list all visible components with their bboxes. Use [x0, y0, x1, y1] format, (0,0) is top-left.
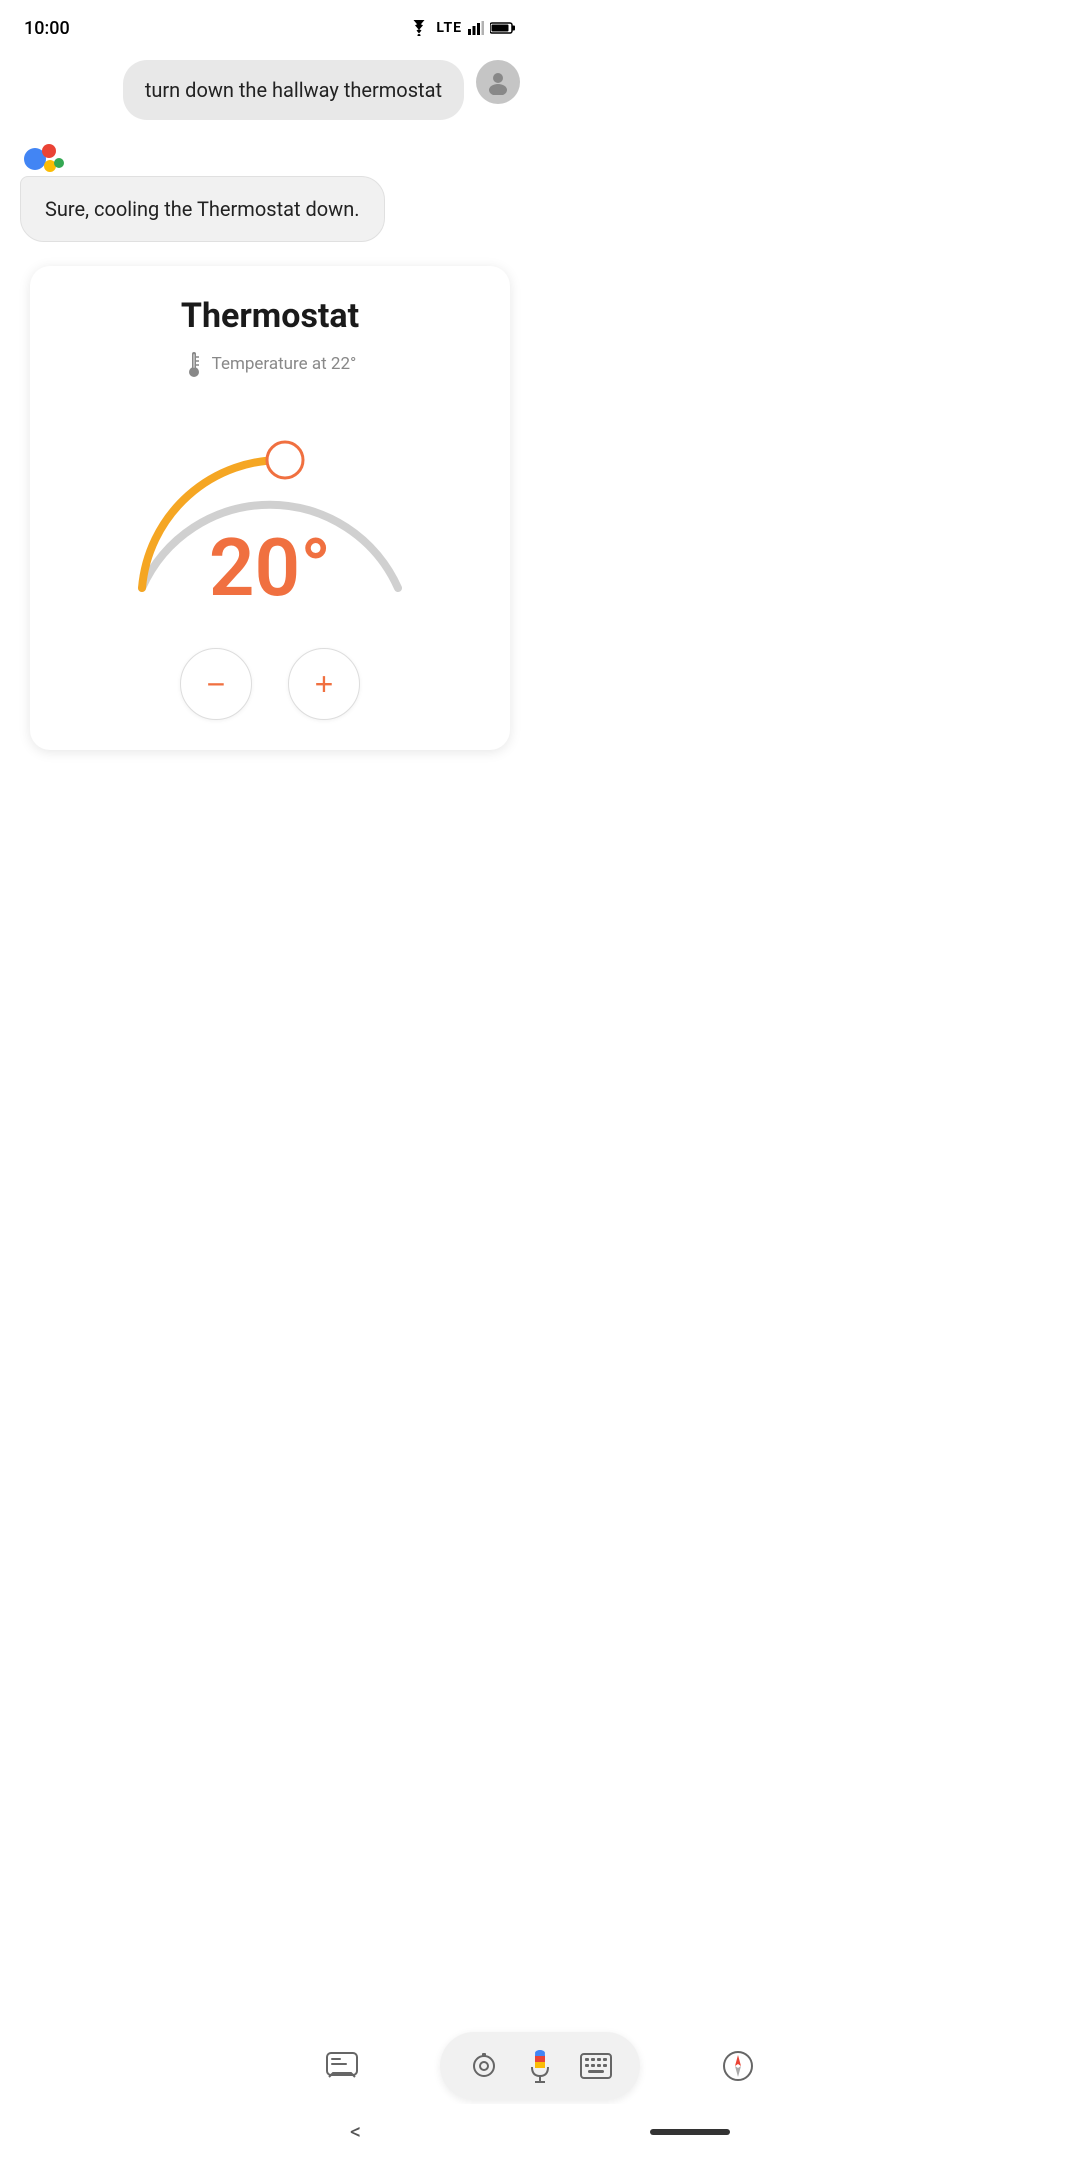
tray-icon	[325, 2051, 359, 2081]
keyboard-button[interactable]	[572, 2042, 620, 2090]
bottom-bar	[300, 2032, 780, 2100]
signal-icon	[468, 21, 484, 35]
thermostat-temp-label: Temperature at 22°	[184, 350, 357, 378]
compass-button[interactable]	[712, 2040, 764, 2092]
increment-button[interactable]: +	[288, 648, 360, 720]
thermostat-buttons: − +	[180, 648, 360, 720]
mic-button[interactable]	[516, 2042, 564, 2090]
temp-label-text: Temperature at 22°	[212, 354, 357, 374]
assistant-bubble: Sure, cooling the Thermostat down.	[20, 176, 385, 242]
wifi-icon	[408, 20, 430, 36]
thermostat-dial: 20°	[90, 398, 450, 618]
nav-home-pill[interactable]	[650, 2129, 730, 2135]
thermostat-title: Thermostat	[181, 296, 359, 336]
dot-green	[54, 158, 64, 168]
arc-handle	[267, 442, 303, 478]
dot-red	[42, 144, 56, 158]
chat-area: turn down the hallway thermostat Sure, c…	[0, 48, 540, 762]
status-time: 10:00	[24, 18, 70, 39]
assistant-tray-button[interactable]	[316, 2040, 368, 2092]
status-bar: 10:00 LTE	[0, 0, 540, 48]
user-avatar	[476, 60, 520, 104]
lte-label: LTE	[436, 20, 462, 36]
google-dots	[20, 144, 64, 170]
thermometer-icon	[184, 350, 204, 378]
decrement-button[interactable]: −	[180, 648, 252, 720]
mic-icon	[526, 2048, 554, 2084]
status-icons: LTE	[408, 20, 516, 36]
avatar-icon	[485, 69, 511, 95]
lens-icon	[469, 2051, 499, 2081]
keyboard-icon	[580, 2053, 612, 2079]
dial-value: 20°	[209, 528, 331, 608]
user-message-row: turn down the hallway thermostat	[20, 60, 520, 120]
back-button[interactable]: <	[350, 2120, 361, 2145]
user-bubble: turn down the hallway thermostat	[123, 60, 464, 120]
assistant-message-row: Sure, cooling the Thermostat down.	[20, 144, 520, 242]
nav-bar: <	[270, 2104, 810, 2160]
mic-pill[interactable]	[440, 2032, 640, 2100]
battery-icon	[490, 21, 516, 35]
compass-icon	[721, 2049, 755, 2083]
lens-button[interactable]	[460, 2042, 508, 2090]
thermostat-card: Thermostat Temperature at 22°	[30, 266, 510, 750]
